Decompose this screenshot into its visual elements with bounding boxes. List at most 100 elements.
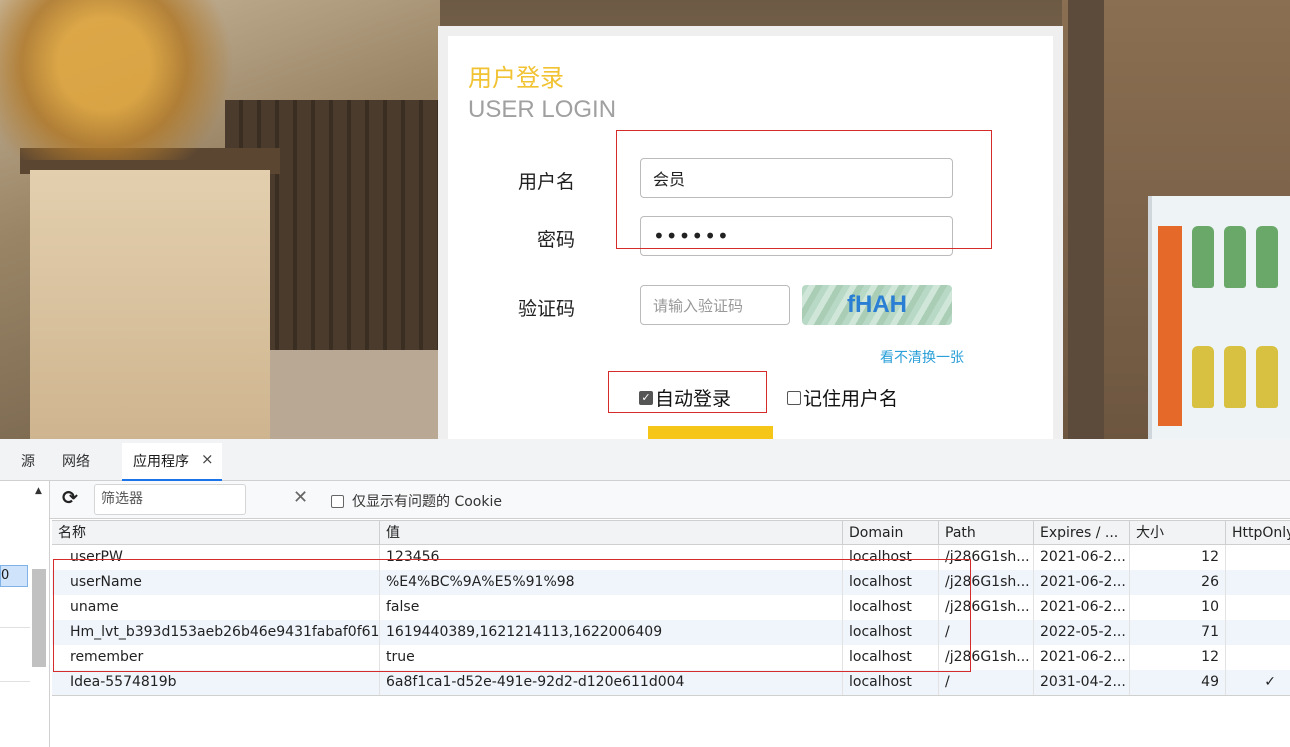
login-title: 用户登录 — [468, 64, 564, 92]
password-input[interactable]: •••••• — [640, 216, 953, 256]
sidebar-selected-item[interactable]: 0 — [0, 565, 28, 587]
refresh-icon[interactable]: ⟳ — [62, 487, 78, 509]
table-row[interactable]: remember true localhost /j286G1sh... 202… — [52, 645, 1290, 670]
remember-username-label: 记住用户名 — [803, 388, 899, 410]
login-subtitle: USER LOGIN — [468, 96, 617, 123]
vending-bottle — [1256, 226, 1278, 288]
login-submit-button[interactable] — [648, 426, 773, 439]
photo-pipe — [1068, 0, 1104, 439]
column-header-expires[interactable]: Expires / ... — [1034, 521, 1130, 546]
column-header-httponly[interactable]: HttpOnly — [1226, 521, 1290, 546]
cookie-name: Idea-5574819b — [52, 670, 380, 695]
table-row[interactable]: uname false localhost /j286G1sh... 2021-… — [52, 595, 1290, 620]
cookie-domain: localhost — [843, 570, 939, 595]
cookie-name: userPW — [52, 545, 380, 570]
photo-leaves — [0, 0, 260, 160]
scroll-up-icon[interactable]: ▲ — [35, 486, 42, 496]
cookie-path: /j286G1sh... — [939, 645, 1034, 670]
cookie-httponly — [1226, 645, 1290, 670]
refresh-captcha-link[interactable]: 看不清换一张 — [880, 347, 964, 367]
cookie-httponly — [1226, 545, 1290, 570]
cookie-expires: 2021-06-2... — [1034, 570, 1130, 595]
cookie-value: 1619440389,1621214113,1622006409 — [380, 620, 843, 645]
table-row[interactable]: Hm_lvt_b393d153aeb26b46e9431fabaf0f6190 … — [52, 620, 1290, 645]
cookie-name: remember — [52, 645, 380, 670]
cookie-size: 49 — [1130, 670, 1226, 695]
clear-all-icon[interactable]: ✕ — [293, 487, 308, 508]
vending-bottle — [1224, 346, 1246, 408]
cookie-value: 123456 — [380, 545, 843, 570]
username-input[interactable]: 会员 — [640, 158, 953, 198]
table-bottom-border — [52, 695, 1290, 696]
close-tab-icon[interactable]: × — [201, 450, 214, 468]
devtools-panel: 源 网络 应用程序 × ▲ 0 ⟳ 筛选器 ✕ 仅显示有问题的 Cookie 名… — [0, 439, 1290, 747]
tab-application[interactable]: 应用程序 — [133, 451, 189, 471]
table-header: 名称 值 Domain Path Expires / ... 大小 HttpOn… — [52, 520, 1290, 546]
cookie-domain: localhost — [843, 645, 939, 670]
cookie-value: %E4%BC%9A%E5%91%98 — [380, 570, 843, 595]
checkbox-checked-icon[interactable]: ✓ — [639, 390, 653, 405]
cookie-domain: localhost — [843, 620, 939, 645]
sidebar-divider — [0, 627, 30, 628]
cookie-value: true — [380, 645, 843, 670]
cookie-expires: 2022-05-2... — [1034, 620, 1130, 645]
cookie-path: / — [939, 620, 1034, 645]
cookie-expires: 2021-06-2... — [1034, 645, 1130, 670]
photo-road — [260, 350, 440, 439]
tab-network[interactable]: 网络 — [62, 451, 90, 471]
photo-vending-machine — [1148, 196, 1290, 439]
sidebar-scrollbar[interactable] — [32, 569, 46, 667]
cookie-httponly — [1226, 620, 1290, 645]
cookie-httponly — [1226, 595, 1290, 620]
table-row[interactable]: userPW 123456 localhost /j286G1sh... 202… — [52, 545, 1290, 570]
cookie-expires: 2021-06-2... — [1034, 595, 1130, 620]
cookie-domain: localhost — [843, 670, 939, 695]
cookie-size: 71 — [1130, 620, 1226, 645]
password-label: 密码 — [536, 229, 575, 251]
vending-bottle — [1192, 226, 1214, 288]
checkbox-unchecked-icon[interactable] — [331, 494, 344, 508]
column-header-name[interactable]: 名称 — [52, 521, 380, 546]
column-header-value[interactable]: 值 — [380, 521, 843, 546]
cookie-domain: localhost — [843, 545, 939, 570]
cookie-path: /j286G1sh... — [939, 595, 1034, 620]
table-row[interactable]: userName %E4%BC%9A%E5%91%98 localhost /j… — [52, 570, 1290, 595]
cookie-name: uname — [52, 595, 380, 620]
table-row[interactable]: Idea-5574819b 6a8f1ca1-d52e-491e-92d2-d1… — [52, 670, 1290, 695]
cookie-size: 10 — [1130, 595, 1226, 620]
captcha-text: fHAH — [847, 291, 907, 318]
captcha-image[interactable]: fHAH — [802, 285, 952, 325]
username-label: 用户名 — [517, 171, 575, 193]
cookie-size: 26 — [1130, 570, 1226, 595]
cookies-table: 名称 值 Domain Path Expires / ... 大小 HttpOn… — [52, 520, 1290, 695]
cookie-httponly: ✓ — [1264, 674, 1276, 690]
auto-login-label: 自动登录 — [655, 388, 732, 410]
cookie-path: / — [939, 670, 1034, 695]
cookie-expires: 2021-06-2... — [1034, 545, 1130, 570]
filter-input[interactable]: 筛选器 — [94, 484, 246, 515]
only-issues-label: 仅显示有问题的 Cookie — [352, 494, 502, 510]
vending-bottle — [1256, 346, 1278, 408]
cookie-name: Hm_lvt_b393d153aeb26b46e9431fabaf0f6190 — [52, 620, 380, 645]
sidebar-divider — [0, 681, 30, 682]
cookies-toolbar: ⟳ 筛选器 ✕ 仅显示有问题的 Cookie — [50, 481, 1290, 519]
checkbox-unchecked-icon[interactable] — [787, 390, 801, 405]
vending-bottle — [1224, 226, 1246, 288]
cookie-value: false — [380, 595, 843, 620]
only-issues-checkbox[interactable]: 仅显示有问题的 Cookie — [331, 491, 502, 511]
column-header-domain[interactable]: Domain — [843, 521, 939, 546]
auto-login-checkbox[interactable]: ✓ 自动登录 — [639, 384, 731, 411]
vending-stripe — [1158, 226, 1182, 426]
captcha-input[interactable]: 请输入验证码 — [640, 285, 790, 325]
cookie-path: /j286G1sh... — [939, 570, 1034, 595]
column-header-size[interactable]: 大小 — [1130, 521, 1226, 546]
cookie-value: 6a8f1ca1-d52e-491e-92d2-d120e611d004 — [380, 670, 843, 695]
column-header-path[interactable]: Path — [939, 521, 1034, 546]
vending-bottle — [1192, 346, 1214, 408]
cookie-expires: 2031-04-2... — [1034, 670, 1130, 695]
remember-username-checkbox[interactable]: 记住用户名 — [787, 384, 898, 411]
tab-sources[interactable]: 源 — [21, 451, 35, 471]
cookie-size: 12 — [1130, 645, 1226, 670]
captcha-label: 验证码 — [517, 298, 575, 320]
photo-wall — [30, 170, 270, 439]
